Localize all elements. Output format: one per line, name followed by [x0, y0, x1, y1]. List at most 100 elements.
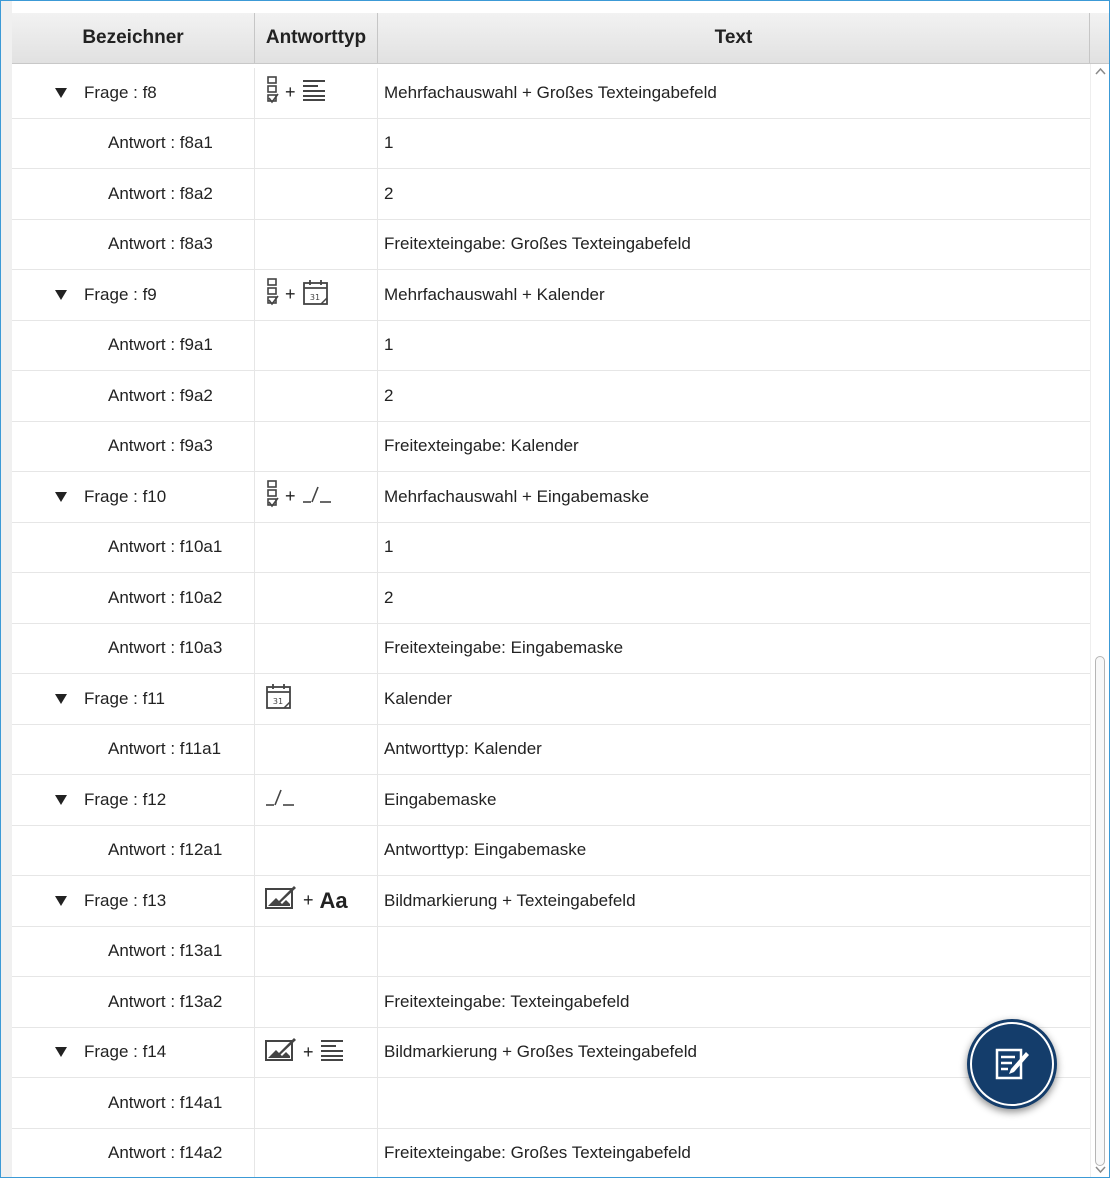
- svg-text:31: 31: [309, 293, 319, 302]
- answer-type-cell: [255, 169, 378, 219]
- identifier-cell: Frage : f13: [12, 876, 255, 926]
- identifier-label: Frage : f13: [84, 890, 167, 910]
- identifier-cell: Antwort : f8a2: [12, 169, 255, 219]
- text-cell: 2: [384, 385, 394, 405]
- multiple-choice-icon: [265, 278, 279, 311]
- text-cell: Freitexteingabe: Großes Texteingabefeld: [384, 234, 691, 254]
- identifier-cell: Antwort : f14a1: [12, 1078, 255, 1128]
- questionnaire-window: Bezeichner Antworttyp Text Frage : f8 + Me…: [0, 0, 1110, 1178]
- large-text-field-icon: [302, 79, 326, 106]
- text-cell: Bildmarkierung + Texteingabefeld: [384, 890, 636, 910]
- identifier-label: Antwort : f8a1: [108, 133, 213, 153]
- answer-row[interactable]: Antwort : f10a3 Freitexteingabe: Eingabem…: [12, 623, 1090, 674]
- identifier-label: Antwort : f8a2: [108, 183, 213, 203]
- question-row[interactable]: Frage : f13 + Aa Bildmarkierung + Texteinga…: [12, 876, 1090, 927]
- scroll-down-icon[interactable]: [1095, 1164, 1106, 1175]
- identifier-cell: Antwort : f10a3: [12, 623, 255, 673]
- identifier-label: Antwort : f10a1: [108, 537, 223, 557]
- text-cell: 1: [384, 133, 394, 153]
- header-corner: [1090, 13, 1109, 63]
- answer-row[interactable]: Antwort : f8a1 1: [12, 118, 1090, 169]
- answer-row[interactable]: Antwort : f14a1: [12, 1078, 1090, 1129]
- answer-row[interactable]: Antwort : f9a3 Freitexteingabe: Kalender: [12, 421, 1090, 472]
- expand-toggle-icon[interactable]: [55, 87, 67, 98]
- question-row[interactable]: Frage : f8 + Mehrfachauswahl + Großes Text…: [12, 68, 1090, 119]
- left-edge: [1, 1, 12, 1177]
- answer-row[interactable]: Antwort : f13a1: [12, 926, 1090, 977]
- question-row[interactable]: Frage : f14 + Bildmarkierung + Großes Text…: [12, 1027, 1090, 1078]
- identifier-label: Frage : f9: [84, 284, 157, 304]
- answer-row[interactable]: Antwort : f13a2 Freitexteingabe: Texteing…: [12, 977, 1090, 1028]
- answer-row[interactable]: Antwort : f8a2 2: [12, 169, 1090, 220]
- identifier-label: Antwort : f14a1: [108, 1092, 223, 1112]
- identifier-cell: Antwort : f10a2: [12, 573, 255, 623]
- identifier-cell: Antwort : f13a1: [12, 926, 255, 976]
- edit-floating-button[interactable]: [967, 1019, 1057, 1109]
- expand-toggle-icon[interactable]: [55, 693, 67, 704]
- text-cell: 1: [384, 537, 394, 557]
- identifier-cell: Frage : f11: [12, 674, 255, 724]
- identifier-cell: Frage : f14: [12, 1027, 255, 1077]
- expand-toggle-icon[interactable]: [55, 1047, 67, 1058]
- answer-row[interactable]: Antwort : f11a1 Antworttyp: Kalender: [12, 724, 1090, 775]
- answer-row[interactable]: Antwort : f10a2 2: [12, 573, 1090, 624]
- expand-toggle-icon[interactable]: [55, 491, 67, 502]
- answer-type-cell: [255, 118, 378, 168]
- identifier-label: Frage : f8: [84, 82, 157, 102]
- text-cell: Antworttyp: Eingabemaske: [384, 840, 587, 860]
- plus-sign: +: [285, 284, 296, 305]
- answer-row[interactable]: Antwort : f9a1 1: [12, 320, 1090, 371]
- answer-type-cell: [255, 926, 378, 976]
- answer-type-cell: +: [255, 472, 378, 522]
- scrollbar-thumb[interactable]: [1095, 656, 1105, 1166]
- answer-type-cell: [255, 775, 378, 825]
- question-row[interactable]: Frage : f11 31 Kalender: [12, 674, 1090, 725]
- column-header-answer-type[interactable]: Antworttyp: [255, 13, 378, 63]
- input-mask-icon: [265, 786, 295, 813]
- identifier-label: Frage : f11: [84, 688, 165, 708]
- identifier-label: Frage : f14: [84, 1042, 167, 1062]
- question-row[interactable]: Frage : f9 +31 Mehrfachauswahl + Kalender: [12, 270, 1090, 321]
- expand-toggle-icon[interactable]: [55, 895, 67, 906]
- answer-type-cell: +: [255, 1027, 378, 1077]
- identifier-cell: Antwort : f12a1: [12, 825, 255, 875]
- identifier-cell: Antwort : f10a1: [12, 522, 255, 572]
- answer-type-cell: [255, 219, 378, 269]
- answer-type-cell: [255, 421, 378, 471]
- image-marking-icon: [265, 1037, 297, 1067]
- expand-toggle-icon[interactable]: [55, 794, 67, 805]
- identifier-cell: Frage : f9: [12, 270, 255, 320]
- identifier-label: Antwort : f8a3: [108, 234, 213, 254]
- answer-type-cell: [255, 522, 378, 572]
- plus-sign: +: [303, 1041, 314, 1062]
- vertical-scrollbar[interactable]: [1090, 64, 1109, 1177]
- scroll-up-icon[interactable]: [1095, 66, 1106, 77]
- text-cell: Kalender: [384, 688, 453, 708]
- answer-type-cell: [255, 573, 378, 623]
- answer-type-cell: [255, 724, 378, 774]
- answer-type-cell: +31: [255, 270, 378, 320]
- text-cell: Freitexteingabe: Texteingabefeld: [384, 991, 630, 1011]
- identifier-label: Antwort : f10a2: [108, 587, 223, 607]
- text-cell: Antworttyp: Kalender: [384, 739, 542, 759]
- answer-row[interactable]: Antwort : f14a2 Freitexteingabe: Großes T…: [12, 1128, 1090, 1177]
- identifier-label: Antwort : f10a3: [108, 638, 223, 658]
- column-header-identifier[interactable]: Bezeichner: [12, 13, 255, 63]
- question-row[interactable]: Frage : f12 Eingabemaske: [12, 775, 1090, 826]
- answer-type-cell: [255, 320, 378, 370]
- question-row[interactable]: Frage : f10 + Mehrfachauswahl + Eingabemas…: [12, 472, 1090, 523]
- answer-type-cell: +: [255, 68, 378, 118]
- answer-type-cell: [255, 623, 378, 673]
- calendar-icon: 31: [302, 278, 330, 311]
- answer-type-cell: 31: [255, 674, 378, 724]
- text-cell: [378, 927, 1090, 977]
- expand-toggle-icon[interactable]: [55, 289, 67, 300]
- plus-sign: +: [285, 82, 296, 103]
- answer-row[interactable]: Antwort : f10a1 1: [12, 522, 1090, 573]
- column-header-text[interactable]: Text: [378, 13, 1090, 63]
- answer-row[interactable]: Antwort : f12a1 Antworttyp: Eingabemaske: [12, 825, 1090, 876]
- text-cell: Freitexteingabe: Kalender: [384, 436, 579, 456]
- answer-row[interactable]: Antwort : f9a2 2: [12, 371, 1090, 422]
- svg-text:31: 31: [273, 697, 283, 706]
- answer-row[interactable]: Antwort : f8a3 Freitexteingabe: Großes Te…: [12, 219, 1090, 270]
